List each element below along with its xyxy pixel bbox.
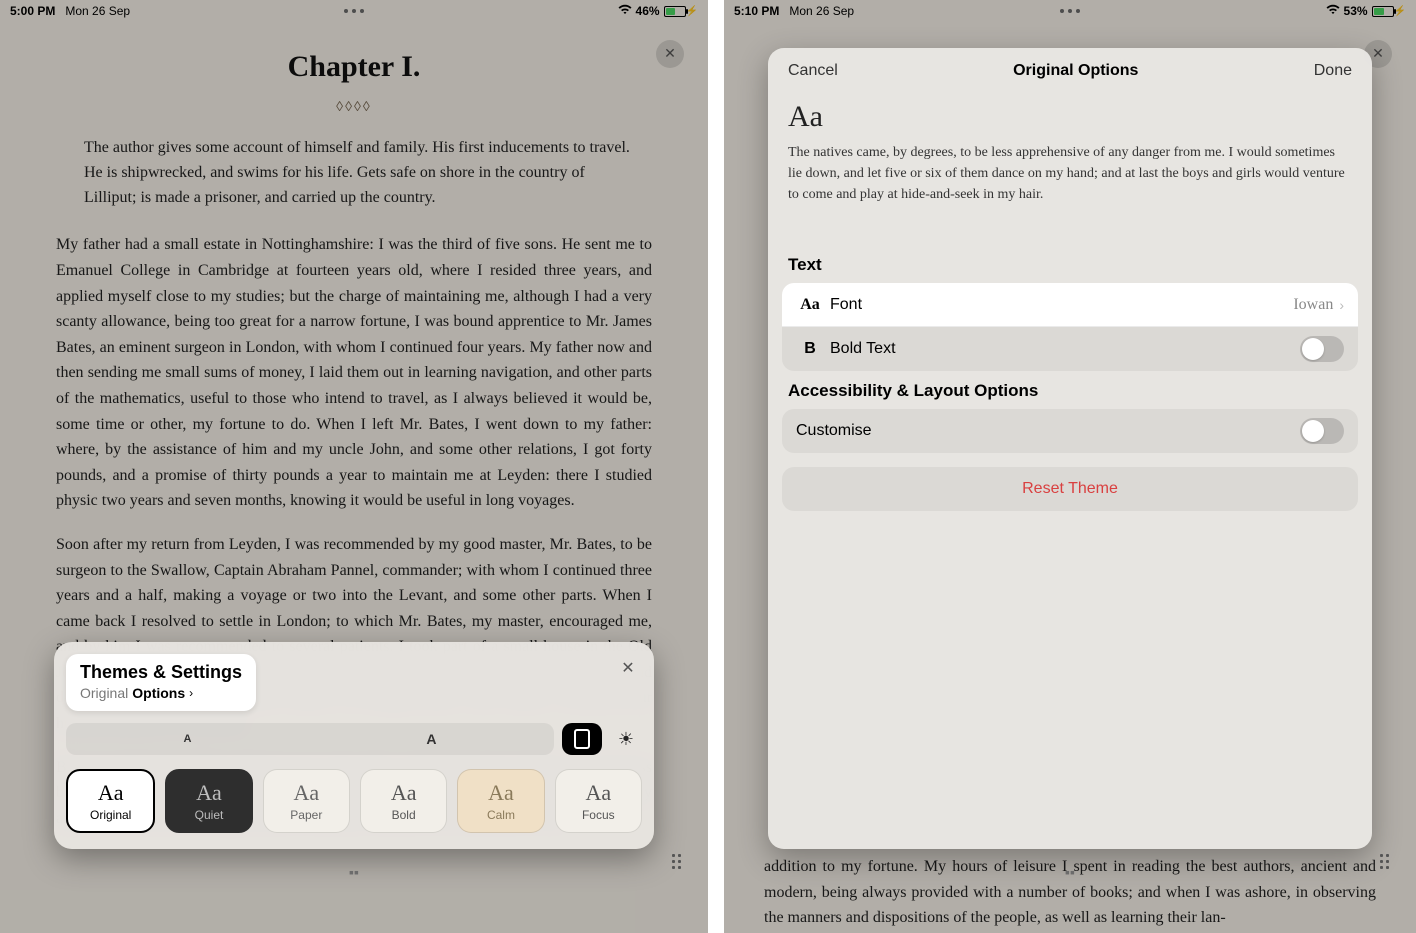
themes-sub-options: Options	[132, 685, 185, 701]
section-label-accessibility: Accessibility & Layout Options	[768, 371, 1372, 409]
original-options-modal: Cancel Original Options Done Aa The nati…	[768, 48, 1372, 849]
font-value: Iowan	[1293, 296, 1333, 314]
customise-toggle[interactable]	[1300, 418, 1344, 444]
themes-settings-popup: Themes & Settings Original Options › ✕ A…	[54, 642, 654, 849]
preview-area: Aa The natives came, by degrees, to be l…	[768, 94, 1372, 245]
accessibility-group: Customise	[782, 409, 1358, 453]
theme-calm[interactable]: Aa Calm	[457, 769, 544, 833]
modal-title: Original Options	[1013, 62, 1138, 80]
menu-icon[interactable]	[1372, 849, 1396, 873]
bold-text-label: Bold Text	[830, 340, 896, 358]
section-label-text: Text	[768, 245, 1372, 283]
bold-text-toggle[interactable]	[1300, 336, 1344, 362]
reset-theme-button[interactable]: Reset Theme	[782, 467, 1358, 511]
bold-text-row[interactable]: B Bold Text	[782, 327, 1358, 371]
text-size-segmented[interactable]: A A	[66, 723, 554, 755]
layout-toggle[interactable]	[562, 723, 602, 755]
text-size-large[interactable]: A	[426, 731, 436, 747]
page-handle[interactable]: ▪▪	[1055, 867, 1085, 877]
customise-label: Customise	[796, 422, 872, 440]
preview-sample-text: The natives came, by degrees, to be less…	[788, 142, 1352, 205]
modal-toolbar: Cancel Original Options Done	[768, 48, 1372, 94]
themes-title-card[interactable]: Themes & Settings Original Options ›	[66, 654, 256, 711]
bold-icon: B	[796, 340, 824, 358]
font-label: Font	[830, 296, 862, 314]
themes-title: Themes & Settings	[80, 662, 242, 683]
menu-icon[interactable]	[664, 849, 688, 873]
theme-quiet[interactable]: Aa Quiet	[165, 769, 252, 833]
themes-subtitle[interactable]: Original Options ›	[80, 685, 242, 701]
preview-sample-aa: Aa	[788, 100, 1352, 134]
font-icon: Aa	[796, 296, 824, 314]
theme-focus[interactable]: Aa Focus	[555, 769, 642, 833]
customise-row[interactable]: Customise	[782, 409, 1358, 453]
brightness-icon[interactable]: ☀	[610, 723, 642, 755]
close-icon[interactable]: ✕	[614, 654, 642, 682]
theme-bold[interactable]: Aa Bold	[360, 769, 447, 833]
font-row[interactable]: Aa Font Iowan ›	[782, 283, 1358, 327]
done-button[interactable]: Done	[1314, 62, 1352, 80]
page-handle[interactable]: ▪▪	[339, 867, 369, 877]
theme-paper[interactable]: Aa Paper	[263, 769, 350, 833]
themes-sub-prefix: Original	[80, 685, 128, 701]
left-screenshot: 5:00 PM Mon 26 Sep 46% ⚡ ✕ Chapter I. ◊◊…	[0, 0, 708, 933]
theme-original[interactable]: Aa Original	[66, 769, 155, 833]
text-size-small[interactable]: A	[183, 733, 191, 745]
text-settings-group: Aa Font Iowan › B Bold Text	[782, 283, 1358, 371]
chevron-right-icon: ›	[189, 686, 193, 700]
chevron-right-icon: ›	[1339, 297, 1344, 313]
cancel-button[interactable]: Cancel	[788, 62, 838, 80]
right-screenshot: 5:10 PM Mon 26 Sep 53% ⚡ ✕ addition to m…	[708, 0, 1416, 933]
